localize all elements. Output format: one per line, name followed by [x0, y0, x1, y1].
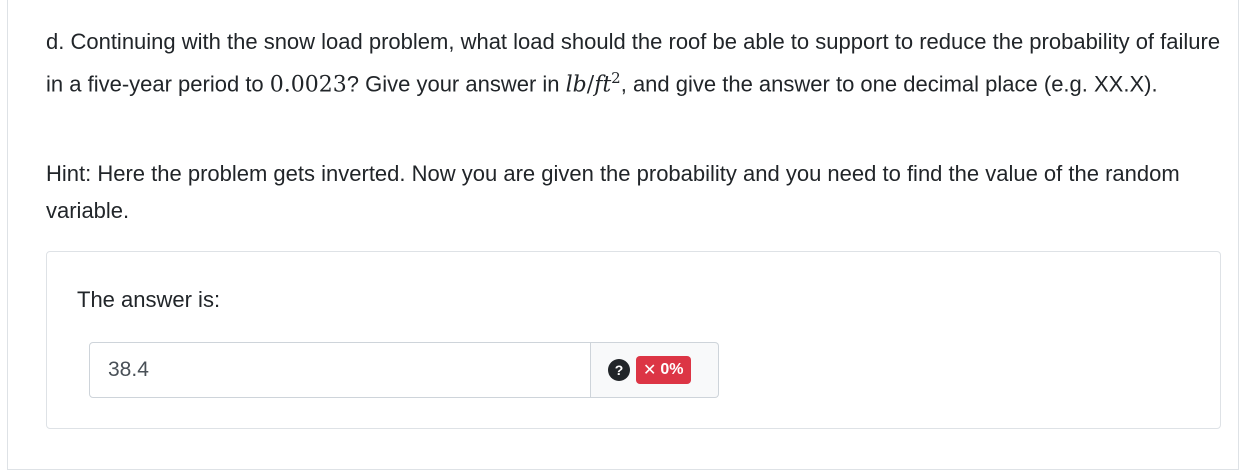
score-percent: 0% [660, 361, 684, 378]
hint-text: Hint: Here the problem gets inverted. No… [46, 161, 1180, 223]
answer-input-group: ? ✕ 0% [89, 342, 719, 398]
question-card: d. Continuing with the snow load problem… [7, 0, 1239, 470]
answer-addon: ? ✕ 0% [591, 342, 719, 398]
answer-input[interactable] [89, 342, 591, 398]
probability-value: 0.0023 [269, 72, 347, 98]
unit-ft: ft [594, 72, 612, 98]
answer-label: The answer is: [77, 287, 221, 312]
unit-exponent: 2 [611, 69, 621, 87]
question-end: , and give the answer to one decimal pla… [620, 71, 1158, 97]
question-middle: ? Give your answer in [346, 71, 566, 97]
unit-lb: lb [565, 72, 587, 98]
answer-panel: The answer is: ? ✕ 0% [46, 251, 1221, 429]
score-badge: ✕ 0% [636, 356, 691, 384]
help-icon[interactable]: ? [608, 359, 630, 381]
question-text: d. Continuing with the snow load problem… [46, 24, 1231, 103]
close-icon: ✕ [643, 362, 657, 379]
